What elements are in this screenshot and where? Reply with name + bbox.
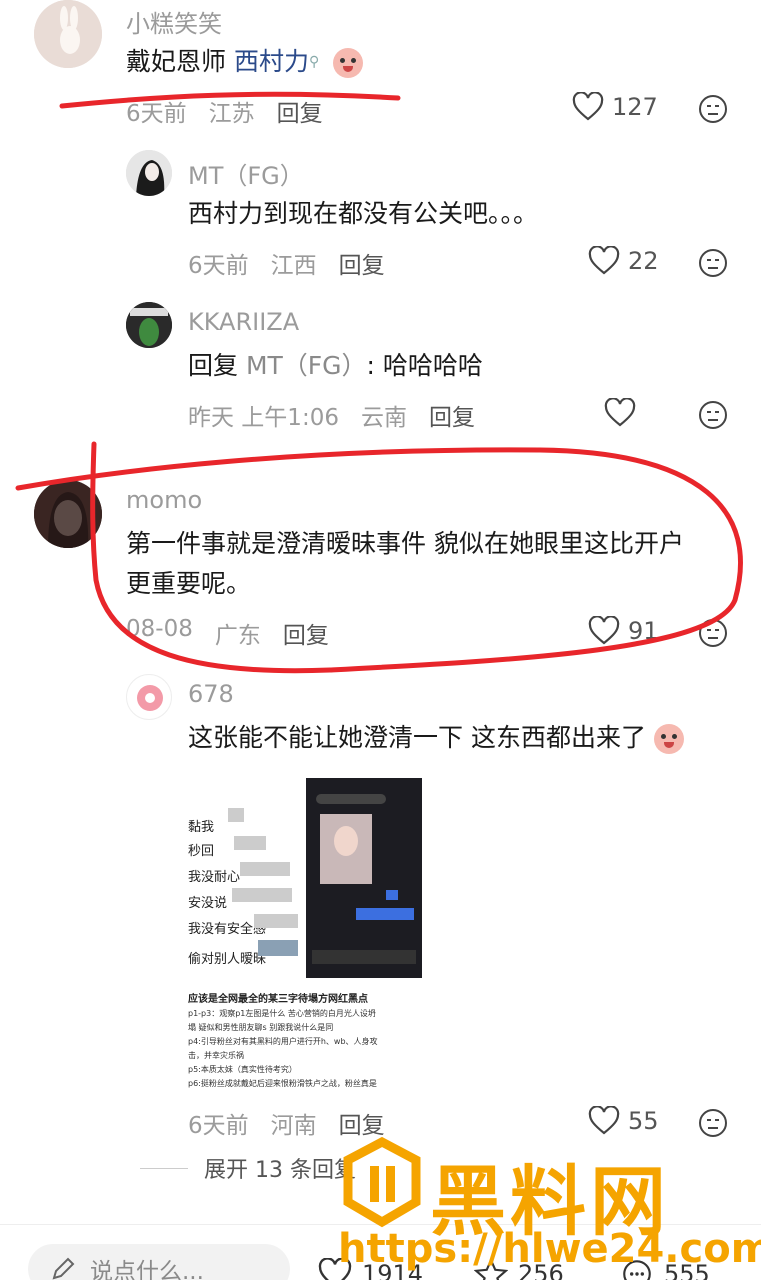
watermark-url: https://hlwe24.com — [338, 1226, 761, 1272]
heart-icon — [588, 246, 620, 275]
comment-text: 这张能不能让她澄清一下 这东西都出来了 — [188, 718, 684, 758]
image-caption-line: p4:引导粉丝对有其黑料的用户进行开h、wb、人身攻 — [188, 1037, 378, 1046]
comment-meta: 08-08 广东 回复 — [126, 616, 329, 650]
like-count: 55 — [628, 1107, 659, 1135]
comment-username[interactable]: MT（FG） — [188, 156, 304, 191]
mention-link[interactable]: MT（FG） — [246, 351, 367, 380]
comment-input-placeholder: 说点什么... — [90, 1259, 204, 1280]
comment-meta: 6天前 江西 回复 — [188, 246, 385, 280]
like-count: 127 — [612, 93, 658, 121]
comment-text-prefix: 戴妃恩师 — [126, 47, 234, 76]
like-count: 22 — [628, 247, 659, 275]
comment-username[interactable]: momo — [126, 486, 202, 514]
comment-location: 江苏 — [208, 101, 255, 127]
like-count: 91 — [628, 617, 659, 645]
comment-time: 6天前 — [188, 1113, 249, 1139]
search-link[interactable]: 西村力 — [234, 47, 309, 76]
like-button[interactable]: 91 — [588, 616, 659, 646]
watermark-logo-icon — [343, 1136, 421, 1228]
comment-location: 河南 — [270, 1113, 317, 1139]
comment-text-body: 这张能不能让她澄清一下 这东西都出来了 — [188, 723, 646, 752]
comment-time: 6天前 — [188, 253, 249, 279]
avatar[interactable] — [126, 674, 172, 720]
comment-meta: 昨天 上午1:06 云南 回复 — [188, 398, 475, 432]
dislike-icon[interactable] — [698, 618, 728, 648]
reply-text: : 哈哈哈哈 — [366, 351, 483, 380]
crying-emoji-icon — [333, 48, 364, 78]
expand-replies-button[interactable]: 展开 13 条回复 — [140, 1152, 356, 1184]
image-text: 秒回 — [188, 844, 215, 859]
reply-button[interactable]: 回复 — [339, 246, 385, 280]
heart-icon — [572, 92, 604, 121]
dislike-icon[interactable] — [698, 400, 728, 430]
comment-text: 戴妃恩师 西村力⚲ — [126, 42, 364, 82]
avatar[interactable] — [126, 302, 172, 348]
reply-button[interactable]: 回复 — [429, 398, 475, 432]
image-caption-line: p1-p3：观察p1左图是什么 苦心营销的白月光人设坍 — [188, 1009, 376, 1018]
like-button[interactable]: 55 — [588, 1106, 659, 1136]
comment-input[interactable]: 说点什么... — [28, 1244, 290, 1280]
dislike-icon[interactable] — [698, 248, 728, 278]
reply-button[interactable]: 回复 — [339, 1106, 385, 1140]
image-caption-line: 击，并幸灾乐祸 — [188, 1051, 244, 1060]
user-avatar-icon — [34, 480, 102, 548]
comment-time: 08-08 — [126, 616, 193, 642]
comment-username[interactable]: 678 — [188, 680, 234, 708]
comment-meta: 6天前 江苏 回复 — [126, 94, 323, 128]
comment-username[interactable]: 小糕笑笑 — [126, 4, 222, 39]
image-caption-line: p5:本质太妹（真实性待考究） — [188, 1065, 297, 1074]
comment-image[interactable]: 黏我 秒回 我没耐心 安没说 我没有安全感 偷对别人暧昧 应该是全网最全的某三字… — [188, 778, 422, 1094]
heart-icon — [588, 1106, 620, 1135]
comment-time: 昨天 上午1:06 — [188, 405, 339, 431]
avatar[interactable] — [126, 150, 172, 196]
image-caption: 应该是全网最全的某三字待塌方网红黑点 p1-p3：观察p1左图是什么 苦心营销的… — [188, 978, 422, 1094]
comment-time: 6天前 — [126, 101, 187, 127]
pencil-icon — [52, 1257, 75, 1280]
reply-prefix: 回复 — [188, 351, 246, 380]
comment-text-line1: 第一件事就是澄清暧昧事件 貌似在她眼里这比开户 — [126, 529, 684, 558]
divider — [140, 1167, 188, 1169]
comment-text-line2: 更重要呢。 — [126, 569, 252, 598]
image-caption-line: p6:挺粉丝成就戴妃后迎来恨粉滑铁卢之战，粉丝真是 — [188, 1079, 377, 1088]
heart-icon — [588, 616, 620, 645]
like-button[interactable]: 127 — [572, 92, 658, 122]
image-caption-title: 应该是全网最全的某三字待塌方网红黑点 — [188, 994, 368, 1005]
search-icon[interactable]: ⚲ — [309, 54, 319, 70]
donut-avatar-icon — [137, 685, 163, 711]
image-right-panel — [306, 778, 422, 978]
like-button[interactable] — [604, 398, 636, 428]
bunny-avatar-icon — [34, 0, 102, 68]
image-text: 安没说 — [188, 896, 228, 911]
user-avatar-icon — [126, 302, 172, 348]
heart-icon — [604, 398, 636, 427]
comment-text: 回复 MT（FG）: 哈哈哈哈 — [188, 346, 483, 386]
image-left-panel: 黏我 秒回 我没耐心 安没说 我没有安全感 偷对别人暧昧 — [188, 778, 306, 978]
expand-replies-label: 展开 13 条回复 — [204, 1158, 356, 1183]
comment-location: 江西 — [270, 253, 317, 279]
avatar[interactable] — [34, 0, 102, 68]
image-text: 黏我 — [188, 820, 215, 835]
user-avatar-icon — [126, 150, 172, 196]
dislike-icon[interactable] — [698, 94, 728, 124]
avatar[interactable] — [34, 480, 102, 548]
comment-location: 广东 — [214, 623, 261, 649]
comment-text: 西村力到现在都没有公关吧。。。 — [188, 199, 539, 228]
reply-button[interactable]: 回复 — [277, 94, 323, 128]
comment-username[interactable]: KKARIIZA — [188, 308, 299, 336]
dislike-icon[interactable] — [698, 1108, 728, 1138]
crying-emoji-icon — [653, 724, 684, 754]
sticker-grid — [228, 808, 298, 958]
reply-button[interactable]: 回复 — [283, 616, 329, 650]
comment-meta: 6天前 河南 回复 — [188, 1106, 385, 1140]
image-caption-line: 塌 疑似和男性朋友聊s 别跟我说什么是同 — [188, 1023, 334, 1032]
like-button[interactable]: 22 — [588, 246, 659, 276]
comment-location: 云南 — [360, 405, 407, 431]
